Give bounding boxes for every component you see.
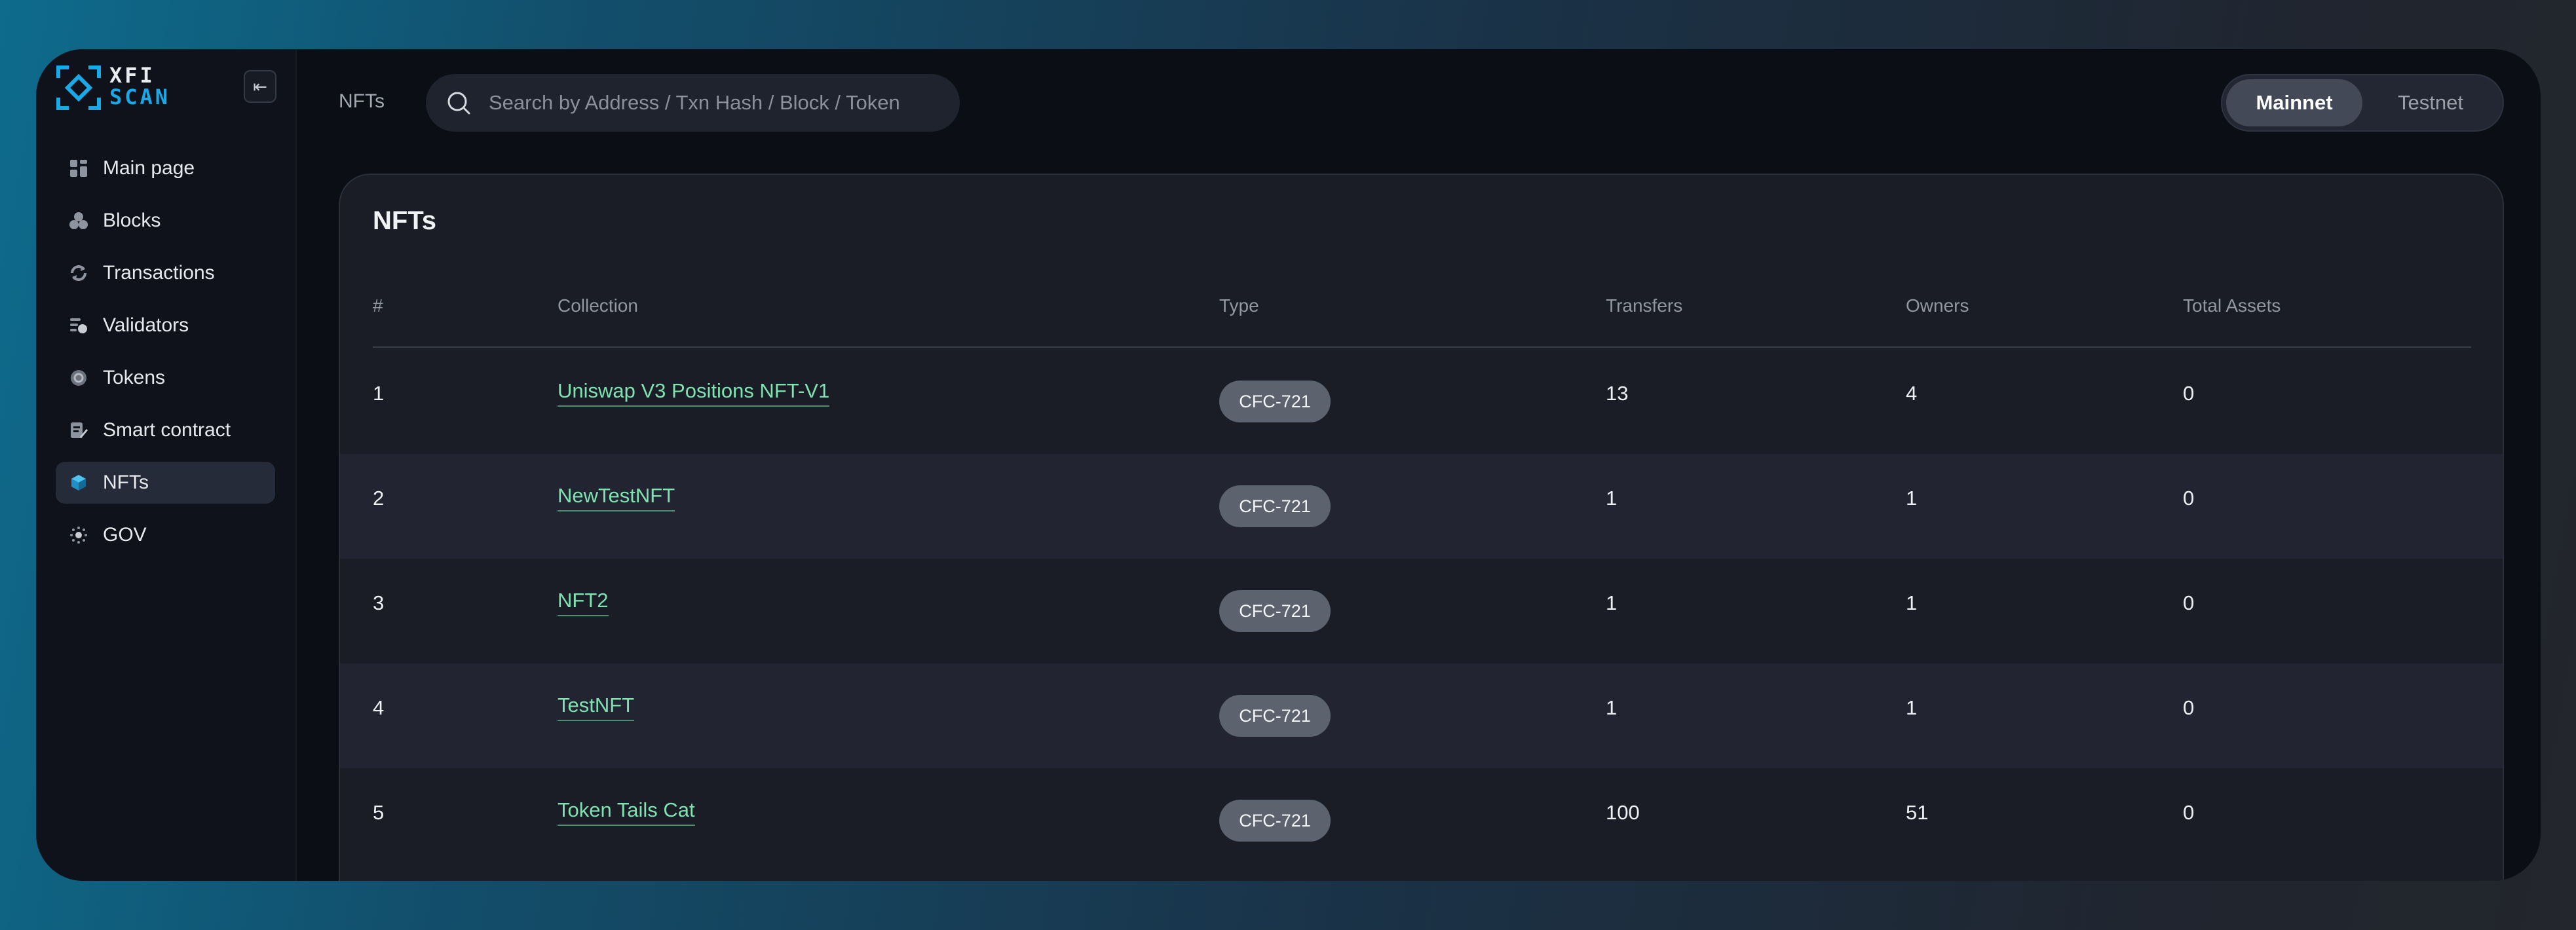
app-window: XFI SCAN ⇤ Main page Blocks Transactions… bbox=[36, 49, 2541, 881]
sidebar-item-label: Tokens bbox=[103, 367, 166, 388]
type-badge: CFC-721 bbox=[1219, 695, 1331, 737]
total-assets-count: 0 bbox=[2183, 696, 2195, 719]
search-input[interactable] bbox=[489, 91, 934, 115]
sidebar-item-label: GOV bbox=[103, 524, 147, 546]
token-icon bbox=[69, 368, 88, 388]
table-row: 5 Token Tails Cat CFC-721 100 51 0 bbox=[340, 768, 2503, 873]
collection-link[interactable]: TestNFT bbox=[558, 694, 635, 721]
gov-icon bbox=[69, 525, 88, 545]
transfers-count: 1 bbox=[1606, 696, 1618, 719]
logo-text-line1: XFI bbox=[109, 63, 155, 88]
total-assets-count: 0 bbox=[2183, 801, 2195, 824]
row-index: 2 bbox=[373, 487, 385, 510]
collection-link[interactable]: NewTestNFT bbox=[558, 484, 675, 512]
sidebar-item-blocks[interactable]: Blocks bbox=[56, 200, 275, 242]
search-bar[interactable] bbox=[426, 74, 960, 132]
sidebar-item-label: Blocks bbox=[103, 210, 161, 231]
column-header-total-assets: Total Assets bbox=[2183, 295, 2281, 316]
sidebar-item-label: Smart contract bbox=[103, 419, 231, 441]
breadcrumb[interactable]: NFTs bbox=[339, 88, 385, 115]
column-header-owners: Owners bbox=[1906, 295, 1969, 316]
total-assets-count: 0 bbox=[2183, 591, 2195, 614]
column-header-type: Type bbox=[1219, 295, 1259, 316]
total-assets-count: 0 bbox=[2183, 487, 2195, 510]
owners-count: 51 bbox=[1906, 801, 1929, 824]
owners-count: 1 bbox=[1906, 591, 1918, 614]
column-header-transfers: Transfers bbox=[1606, 295, 1683, 316]
transfers-count: 1 bbox=[1606, 591, 1618, 614]
testnet-button[interactable]: Testnet bbox=[2362, 79, 2499, 126]
row-index: 4 bbox=[373, 696, 385, 719]
page-title: NFTs bbox=[373, 206, 437, 235]
collection-link[interactable]: Token Tails Cat bbox=[558, 798, 695, 826]
table-row: 4 TestNFT CFC-721 1 1 0 bbox=[340, 663, 2503, 768]
sidebar-item-transactions[interactable]: Transactions bbox=[56, 252, 275, 294]
sidebar-item-gov[interactable]: GOV bbox=[56, 514, 275, 556]
contract-icon bbox=[69, 420, 88, 440]
sidebar-item-main-page[interactable]: Main page bbox=[56, 147, 275, 189]
transfers-count: 13 bbox=[1606, 382, 1629, 405]
dashboard-icon bbox=[69, 158, 88, 178]
row-index: 1 bbox=[373, 382, 385, 405]
type-badge: CFC-721 bbox=[1219, 485, 1331, 527]
blocks-icon bbox=[69, 211, 88, 231]
table-row: 1 Uniswap V3 Positions NFT-V1 CFC-721 13… bbox=[340, 349, 2503, 454]
type-badge: CFC-721 bbox=[1219, 800, 1331, 842]
search-icon bbox=[447, 92, 470, 115]
sidebar-item-validators[interactable]: Validators bbox=[56, 305, 275, 346]
sidebar-nav: Main page Blocks Transactions Validators bbox=[56, 147, 275, 567]
row-index: 5 bbox=[373, 801, 385, 824]
row-index: 3 bbox=[373, 591, 385, 614]
type-badge: CFC-721 bbox=[1219, 381, 1331, 422]
sidebar-item-nfts[interactable]: NFTs bbox=[56, 462, 275, 504]
sidebar-item-label: NFTs bbox=[103, 472, 149, 493]
transfers-count: 100 bbox=[1606, 801, 1640, 824]
owners-count: 1 bbox=[1906, 696, 1918, 719]
column-header-collection: Collection bbox=[558, 295, 638, 316]
column-header-index: # bbox=[373, 295, 383, 316]
network-toggle: Mainnet Testnet bbox=[2221, 74, 2504, 132]
logo-text-line2: SCAN bbox=[109, 84, 171, 109]
collection-link[interactable]: Uniswap V3 Positions NFT-V1 bbox=[558, 379, 830, 407]
type-badge: CFC-721 bbox=[1219, 590, 1331, 632]
sidebar-item-label: Main page bbox=[103, 157, 195, 179]
validators-icon bbox=[69, 316, 88, 335]
transfers-count: 1 bbox=[1606, 487, 1618, 510]
owners-count: 4 bbox=[1906, 382, 1918, 405]
total-assets-count: 0 bbox=[2183, 382, 2195, 405]
table-header: # Collection Type Transfers Owners Total… bbox=[373, 295, 2471, 348]
table-row: 2 NewTestNFT CFC-721 1 1 0 bbox=[340, 454, 2503, 559]
mainnet-button[interactable]: Mainnet bbox=[2226, 79, 2362, 126]
sidebar: XFI SCAN ⇤ Main page Blocks Transactions… bbox=[36, 49, 297, 881]
logo-icon bbox=[56, 65, 101, 110]
sidebar-item-label: Validators bbox=[103, 314, 189, 336]
table-row: 3 NFT2 CFC-721 1 1 0 bbox=[340, 559, 2503, 663]
cube-icon bbox=[69, 473, 88, 493]
sidebar-item-label: Transactions bbox=[103, 262, 215, 284]
refresh-icon bbox=[69, 263, 88, 283]
owners-count: 1 bbox=[1906, 487, 1918, 510]
sidebar-item-smart-contract[interactable]: Smart contract bbox=[56, 409, 275, 451]
collapse-left-icon: ⇤ bbox=[253, 76, 267, 96]
nfts-card: NFTs # Collection Type Transfers Owners … bbox=[339, 174, 2504, 881]
collection-link[interactable]: NFT2 bbox=[558, 589, 609, 616]
collapse-sidebar-button[interactable]: ⇤ bbox=[244, 70, 276, 103]
sidebar-item-tokens[interactable]: Tokens bbox=[56, 357, 275, 399]
logo[interactable]: XFI SCAN bbox=[56, 62, 213, 115]
